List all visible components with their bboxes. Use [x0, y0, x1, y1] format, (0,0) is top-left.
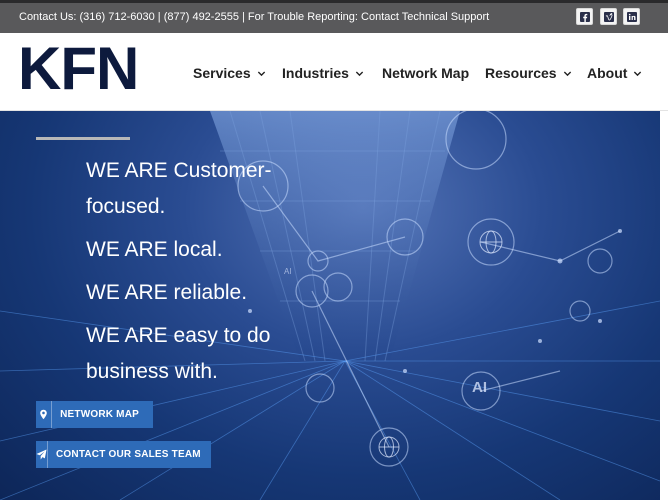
- chevron-down-icon: [257, 70, 265, 76]
- nav-resources-label: Resources: [485, 65, 557, 81]
- nav-item-industries[interactable]: Industries: [282, 62, 364, 84]
- nav-about-label: About: [587, 65, 628, 81]
- hero-line: WE ARE local.: [86, 238, 223, 261]
- linkedin-icon[interactable]: [623, 8, 640, 25]
- vimeo-icon[interactable]: [600, 8, 617, 25]
- map-pin-icon: [36, 401, 53, 428]
- hero-line: WE ARE Customer-focused.: [86, 159, 272, 218]
- site-header: KFN Services Industries Network Map Reso…: [0, 33, 668, 111]
- nav-services-label: Services: [193, 65, 251, 81]
- network-map-button-label: NETWORK MAP: [60, 409, 139, 420]
- chevron-down-icon: [634, 70, 642, 76]
- nav-item-about[interactable]: About: [587, 62, 642, 84]
- chevron-down-icon: [563, 70, 571, 76]
- nav-industries-label: Industries: [282, 65, 349, 81]
- ai-label: AI: [472, 379, 487, 396]
- page-scrollbar[interactable]: [660, 111, 668, 500]
- contact-sales-button-label: CONTACT OUR SALES TEAM: [56, 449, 201, 460]
- top-contact-bar: Contact Us: (316) 712-6030 | (877) 492-2…: [0, 0, 668, 33]
- kfn-logo[interactable]: KFN: [18, 42, 152, 95]
- network-map-button[interactable]: NETWORK MAP: [36, 401, 153, 428]
- nav-item-resources[interactable]: Resources: [485, 62, 572, 84]
- nav-network-map-label: Network Map: [382, 65, 470, 81]
- contact-sales-button[interactable]: CONTACT OUR SALES TEAM: [36, 441, 211, 468]
- chevron-down-icon: [355, 70, 364, 76]
- decorative-divider: [36, 137, 130, 140]
- paper-plane-icon: [36, 441, 48, 468]
- hero-line: WE ARE easy to do business with.: [86, 324, 271, 383]
- hero-text: WE ARE Customer-focused. WE ARE local. W…: [86, 153, 346, 397]
- facebook-icon[interactable]: [576, 8, 593, 25]
- nav-item-services[interactable]: Services: [193, 62, 266, 84]
- hero-line: WE ARE reliable.: [86, 281, 248, 304]
- nav-item-network-map[interactable]: Network Map: [382, 62, 469, 84]
- contact-info[interactable]: Contact Us: (316) 712-6030 | (877) 492-2…: [19, 11, 489, 23]
- hero-banner: AI AI WE ARE Customer-focused. WE ARE lo…: [0, 111, 660, 500]
